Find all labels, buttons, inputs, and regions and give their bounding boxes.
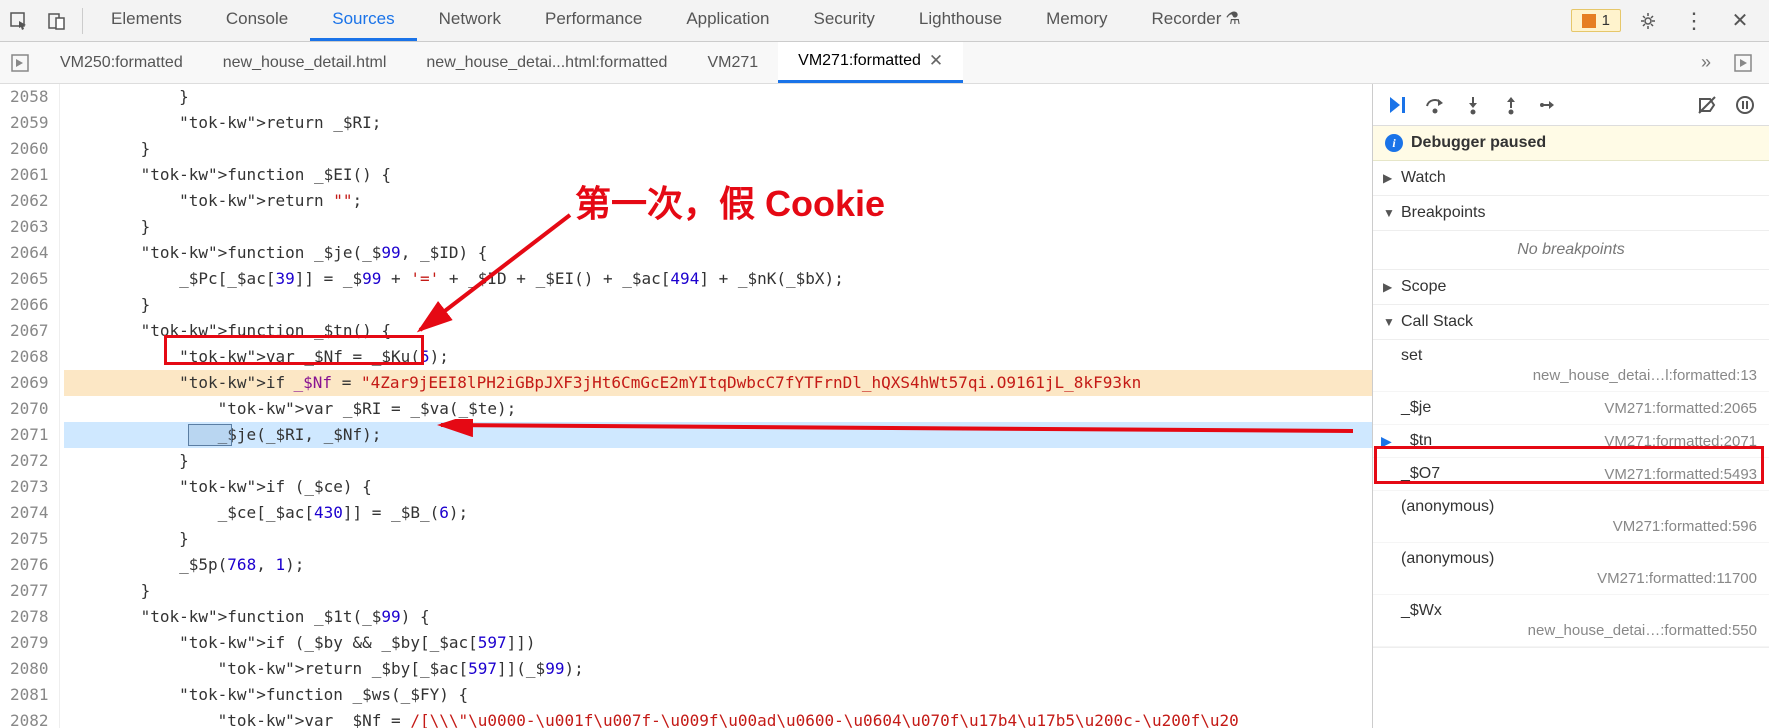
kebab-menu-icon[interactable]: ⋮	[1675, 0, 1713, 42]
issues-badge[interactable]: 1	[1571, 9, 1621, 32]
panel-tab-security[interactable]: Security	[791, 0, 896, 41]
device-toggle-icon[interactable]	[38, 0, 76, 42]
divider	[82, 8, 83, 34]
info-icon: i	[1385, 134, 1403, 152]
file-tab[interactable]: new_house_detail.html	[203, 42, 407, 83]
breakpoints-section-header[interactable]: ▼ Breakpoints	[1373, 196, 1769, 231]
debugger-paused-label: Debugger paused	[1411, 134, 1546, 152]
collapse-icon: ▶	[1383, 280, 1395, 294]
code-content[interactable]: } "tok-kw">return _$RI; } "tok-kw">funct…	[60, 84, 1372, 728]
execution-marker	[188, 424, 232, 446]
file-tab[interactable]: VM250:formatted	[40, 42, 203, 83]
panel-tab-performance[interactable]: Performance	[523, 0, 664, 41]
call-stack-frame[interactable]: ▶_$tnVM271:formatted:2071	[1373, 425, 1769, 458]
panel-tab-lighthouse[interactable]: Lighthouse	[897, 0, 1024, 41]
panel-tab-console[interactable]: Console	[204, 0, 310, 41]
navigator-toggle-icon[interactable]	[0, 54, 40, 72]
debugger-paused-banner: i Debugger paused	[1373, 126, 1769, 161]
step-out-icon[interactable]	[1495, 89, 1527, 121]
call-stack-frame[interactable]: _$jeVM271:formatted:2065	[1373, 392, 1769, 425]
panel-tab-application[interactable]: Application	[664, 0, 791, 41]
value-tooltip: _$Nf = "4Zar9jEEI8lPH2iGBpJXF3jHt6CmGcE2…	[290, 370, 1146, 396]
no-breakpoints-label: No breakpoints	[1373, 231, 1769, 269]
call-stack-frame[interactable]: setnew_house_detai…l:formatted:13	[1373, 340, 1769, 392]
warning-icon	[1582, 14, 1596, 28]
step-icon[interactable]	[1533, 89, 1565, 121]
panel-tab-elements[interactable]: Elements	[89, 0, 204, 41]
scope-section-header[interactable]: ▶ Scope	[1373, 270, 1769, 305]
code-pane: 2058205920602061206220632064206520662067…	[0, 84, 1372, 728]
deactivate-breakpoints-icon[interactable]	[1691, 89, 1723, 121]
inspect-icon[interactable]	[0, 0, 38, 42]
issues-count: 1	[1602, 12, 1610, 29]
step-into-icon[interactable]	[1457, 89, 1489, 121]
panel-tab-sources[interactable]: Sources	[310, 0, 416, 41]
close-devtools-icon[interactable]: ✕	[1721, 0, 1759, 42]
pause-exceptions-icon[interactable]	[1729, 89, 1761, 121]
debugger-sidebar: i Debugger paused ▶ Watch ▼ Breakpoints …	[1372, 84, 1769, 728]
panel-tab-recorder[interactable]: Recorder ⚗	[1130, 0, 1263, 41]
step-over-icon[interactable]	[1419, 89, 1451, 121]
collapse-icon: ▶	[1383, 171, 1395, 185]
call-stack-frame[interactable]: (anonymous)VM271:formatted:596	[1373, 491, 1769, 543]
panel-tab-network[interactable]: Network	[417, 0, 523, 41]
panel-tab-memory[interactable]: Memory	[1024, 0, 1129, 41]
file-tabbar: VM250:formattednew_house_detail.htmlnew_…	[0, 42, 1769, 84]
current-frame-icon: ▶	[1381, 433, 1392, 450]
call-stack-frame[interactable]: _$Wxnew_house_detai…:formatted:550	[1373, 595, 1769, 647]
line-gutter: 2058205920602061206220632064206520662067…	[0, 84, 60, 728]
callstack-section-header[interactable]: ▼ Call Stack	[1373, 305, 1769, 340]
file-tab[interactable]: VM271:formatted✕	[778, 42, 963, 83]
call-stack-list: setnew_house_detai…l:formatted:13_$jeVM2…	[1373, 340, 1769, 648]
watch-section-header[interactable]: ▶ Watch	[1373, 161, 1769, 196]
file-tab[interactable]: new_house_detai...html:formatted	[406, 42, 687, 83]
devtools-toolbar: ElementsConsoleSourcesNetworkPerformance…	[0, 0, 1769, 42]
debug-toolbar	[1373, 84, 1769, 126]
call-stack-frame[interactable]: (anonymous)VM271:formatted:11700	[1373, 543, 1769, 595]
more-tabs-icon[interactable]: »	[1689, 52, 1723, 73]
file-tab[interactable]: VM271	[687, 42, 778, 83]
resume-icon[interactable]	[1381, 89, 1413, 121]
panel-tabs: ElementsConsoleSourcesNetworkPerformance…	[89, 0, 1571, 41]
expand-icon: ▼	[1383, 206, 1395, 220]
close-tab-icon[interactable]: ✕	[929, 51, 943, 71]
settings-icon[interactable]	[1629, 0, 1667, 42]
run-snippet-icon[interactable]	[1723, 54, 1763, 72]
expand-icon: ▼	[1383, 315, 1395, 329]
call-stack-frame[interactable]: _$O7VM271:formatted:5493	[1373, 458, 1769, 491]
